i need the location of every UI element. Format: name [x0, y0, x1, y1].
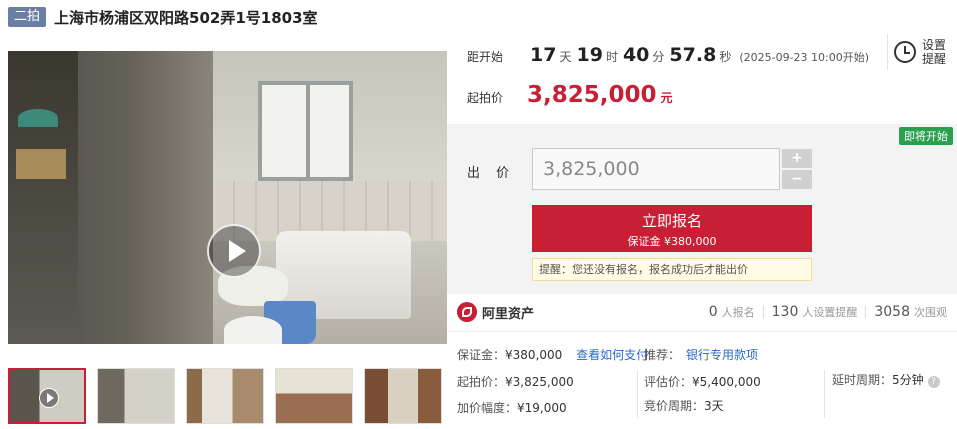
start-price-info: 起拍价：¥3,825,000: [457, 373, 574, 390]
start-price-value: 3,825,000: [527, 82, 657, 108]
countdown-hours: 19: [576, 44, 603, 66]
help-icon[interactable]: ?: [927, 376, 940, 388]
view-count: 3058: [874, 304, 910, 320]
photo-window: [258, 81, 353, 181]
start-price-row: 起拍价 3,825,000 元: [467, 82, 673, 108]
platform-logo[interactable]: 阿里资产: [457, 302, 534, 322]
thumbnail-photo[interactable]: [186, 368, 264, 424]
countdown-label: 距开始: [467, 50, 504, 64]
appraisal-info: 评估价：¥5,400,000: [644, 373, 761, 390]
deposit-note: 保证金 ¥380,000: [627, 235, 717, 248]
increment-value: ¥19,000: [517, 401, 567, 415]
photo-shelf: [16, 149, 66, 179]
view-count-label: 次围观: [914, 306, 947, 319]
reminder-count-label: 人设置提醒: [802, 306, 858, 319]
delay-key: 延时周期：: [832, 373, 893, 387]
photo-door: [8, 51, 78, 344]
minutes-unit: 分: [652, 50, 665, 64]
increment-key: 加价幅度：: [457, 401, 518, 415]
thumbnail-photo[interactable]: [275, 368, 353, 424]
start-time-note: (2025-09-23 10:00开始): [739, 51, 870, 64]
divider: [637, 370, 638, 418]
thumbnail-strip: [8, 368, 453, 424]
ali-asset-logo-icon: [457, 302, 477, 322]
thumbnail-photo[interactable]: [97, 368, 175, 424]
delay-info: 延时周期：5分钟?: [832, 371, 940, 388]
start-price-key: 起拍价：: [457, 375, 506, 389]
photo-object: [18, 109, 58, 127]
countdown-days: 17: [530, 44, 557, 66]
signup-count: 0: [708, 304, 718, 320]
deposit-value: ¥380,000: [505, 348, 563, 362]
days-unit: 天: [559, 50, 572, 64]
start-price-info-value: ¥3,825,000: [505, 375, 574, 389]
play-icon[interactable]: [207, 224, 261, 278]
decrease-bid-button[interactable]: −: [782, 170, 812, 189]
recommend-info: 推荐： 银行专用款项: [644, 346, 758, 363]
alarm-clock-icon: [894, 41, 916, 63]
countdown-minutes: 40: [622, 44, 650, 66]
bank-payment-link[interactable]: 银行专用款项: [686, 348, 758, 362]
thumbnail-photo[interactable]: [364, 368, 442, 424]
signup-tip: 提醒：您还没有报名，报名成功后才能出价: [532, 258, 812, 281]
set-reminder-button[interactable]: 设置提醒: [887, 34, 949, 70]
photo-toilet: [224, 316, 282, 344]
play-icon: [39, 388, 59, 408]
auction-stats: 0 人报名 130 人设置提醒 3058 次围观: [709, 304, 947, 320]
delay-value: 5分钟: [892, 373, 924, 387]
start-price-unit: 元: [660, 91, 673, 105]
cycle-info: 竞价周期：3天: [644, 397, 724, 414]
bid-panel: 即将开始 出 价 3,825,000 + − 立即报名 保证金 ¥380,000…: [447, 124, 957, 294]
deposit-key: 保证金：: [457, 348, 506, 362]
increment-info: 加价幅度：¥19,000: [457, 399, 567, 416]
bid-label: 出 价: [467, 166, 516, 181]
platform-row: 阿里资产 0 人报名 130 人设置提醒 3058 次围观: [447, 294, 957, 332]
page-title: 上海市杨浦区双阳路502弄1号1803室: [54, 8, 318, 27]
set-reminder-label: 设置提醒: [922, 38, 947, 66]
appraisal-key: 评估价：: [644, 375, 693, 389]
how-to-pay-link[interactable]: 查看如何支付: [576, 348, 648, 362]
start-price-label: 起拍价: [467, 91, 504, 105]
signup-button[interactable]: 立即报名 保证金 ¥380,000: [532, 205, 812, 252]
signup-button-label: 立即报名: [641, 212, 702, 230]
signup-count-label: 人报名: [721, 306, 755, 319]
title-bar: 二拍 上海市杨浦区双阳路502弄1号1803室: [8, 6, 318, 28]
divider: [824, 370, 825, 418]
recommend-key: 推荐：: [644, 348, 681, 362]
countdown: 距开始 17 天 19 时 40 分 57.8 秒 (2025-09-23 10…: [467, 44, 869, 74]
round-badge: 二拍: [8, 7, 47, 27]
bid-amount-input[interactable]: 3,825,000: [532, 148, 780, 190]
status-badge: 即将开始: [899, 127, 953, 145]
reminder-count: 130: [771, 304, 799, 320]
thumbnail-video[interactable]: [8, 368, 86, 424]
cycle-key: 竞价周期：: [644, 399, 705, 413]
main-media-video[interactable]: [8, 51, 447, 344]
increase-bid-button[interactable]: +: [782, 149, 812, 168]
platform-name: 阿里资产: [482, 306, 535, 322]
seconds-unit: 秒: [719, 50, 732, 64]
deposit-info: 保证金：¥380,000 查看如何支付: [457, 346, 648, 363]
hours-unit: 时: [605, 50, 618, 64]
cycle-value: 3天: [704, 399, 724, 413]
divider: [762, 305, 764, 319]
appraisal-value: ¥5,400,000: [692, 375, 761, 389]
countdown-seconds: 57.8: [669, 44, 717, 66]
divider: [865, 305, 867, 319]
